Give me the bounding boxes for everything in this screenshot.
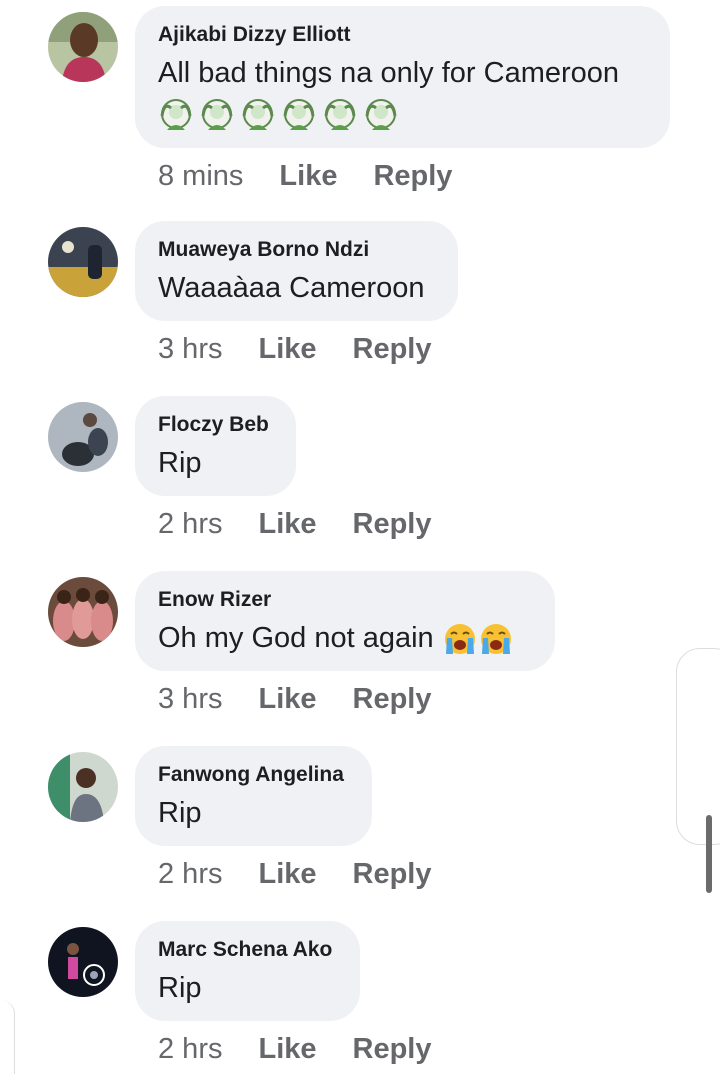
avatar[interactable] [48,227,118,297]
comment-author[interactable]: Floczy Beb [158,412,272,438]
like-button[interactable]: Like [258,1033,316,1066]
comment-timestamp[interactable]: 3 hrs [158,333,222,366]
avatar[interactable] [48,12,118,82]
comment-actions: 2 hrs Like Reply [158,1033,432,1066]
comment-author[interactable]: Muaweya Borno Ndzi [158,237,434,263]
like-button[interactable]: Like [258,333,316,366]
comment-text: Rip [158,972,202,1004]
comment-timestamp[interactable]: 2 hrs [158,858,222,891]
face-palm-emoji [281,96,317,132]
loudly-crying-face-emoji [478,621,514,657]
comment-text: Oh my God not again [158,619,531,657]
comment-actions: 2 hrs Like Reply [158,858,432,891]
comment-text: Rip [158,447,202,479]
reply-button[interactable]: Reply [353,1033,432,1066]
comment-author[interactable]: Marc Schena Ako [158,937,336,963]
comment-actions: 3 hrs Like Reply [158,333,432,366]
face-palm-emoji [199,96,235,132]
avatar[interactable] [48,752,118,822]
reply-button[interactable]: Reply [353,508,432,541]
comment-bubble: Ajikabi Dizzy Elliott All bad things na … [135,6,670,148]
face-palm-emoji [363,96,399,132]
like-button[interactable]: Like [258,858,316,891]
comment-bubble: Marc Schena Ako Rip [135,921,360,1021]
avatar[interactable] [48,577,118,647]
comment-item: Enow Rizer Oh my God not again 3 hrs Lik… [0,571,720,746]
comment-item: Muaweya Borno Ndzi Waaaàaa Cameroon 3 hr… [0,221,720,396]
emoji-row [158,96,646,136]
comment-item: Ajikabi Dizzy Elliott All bad things na … [0,6,720,192]
comment-timestamp[interactable]: 2 hrs [158,1033,222,1066]
comment-item: Floczy Beb Rip 2 hrs Like Reply [0,396,720,571]
reply-button[interactable]: Reply [373,160,452,193]
comment-bubble: Muaweya Borno Ndzi Waaaàaa Cameroon [135,221,458,321]
comment-text-content: Oh my God not again [158,622,434,654]
comment-timestamp[interactable]: 3 hrs [158,683,222,716]
reply-button[interactable]: Reply [353,333,432,366]
comment-item: Marc Schena Ako Rip 2 hrs Like Reply [0,921,720,1074]
comment-text: Waaaàaa Cameroon [158,272,425,304]
comment-bubble: Floczy Beb Rip [135,396,296,496]
comment-author[interactable]: Enow Rizer [158,587,531,613]
comment-text: Rip [158,797,202,829]
comment-bubble: Fanwong Angelina Rip [135,746,372,846]
like-button[interactable]: Like [258,508,316,541]
left-edge-panel [0,1000,15,1074]
comment-actions: 3 hrs Like Reply [158,683,432,716]
comment-item: Fanwong Angelina Rip 2 hrs Like Reply [0,746,720,921]
scrollbar-thumb[interactable] [706,815,712,893]
face-palm-emoji [158,96,194,132]
comment-timestamp[interactable]: 2 hrs [158,508,222,541]
comment-timestamp[interactable]: 8 mins [158,160,243,193]
comment-bubble: Enow Rizer Oh my God not again [135,571,555,671]
comment-actions: 2 hrs Like Reply [158,508,432,541]
comment-author[interactable]: Fanwong Angelina [158,762,348,788]
avatar[interactable] [48,927,118,997]
comment-text: All bad things na only for Cameroon [158,57,620,89]
comment-author[interactable]: Ajikabi Dizzy Elliott [158,22,646,48]
face-palm-emoji [322,96,358,132]
like-button[interactable]: Like [279,160,337,193]
loudly-crying-face-emoji [442,621,478,657]
reply-button[interactable]: Reply [353,683,432,716]
comment-actions: 8 mins Like Reply [158,160,452,193]
side-panel-edge [676,648,720,845]
face-palm-emoji [240,96,276,132]
avatar[interactable] [48,402,118,472]
reply-button[interactable]: Reply [353,858,432,891]
like-button[interactable]: Like [258,683,316,716]
comment-feed: Ajikabi Dizzy Elliott All bad things na … [0,0,720,1074]
